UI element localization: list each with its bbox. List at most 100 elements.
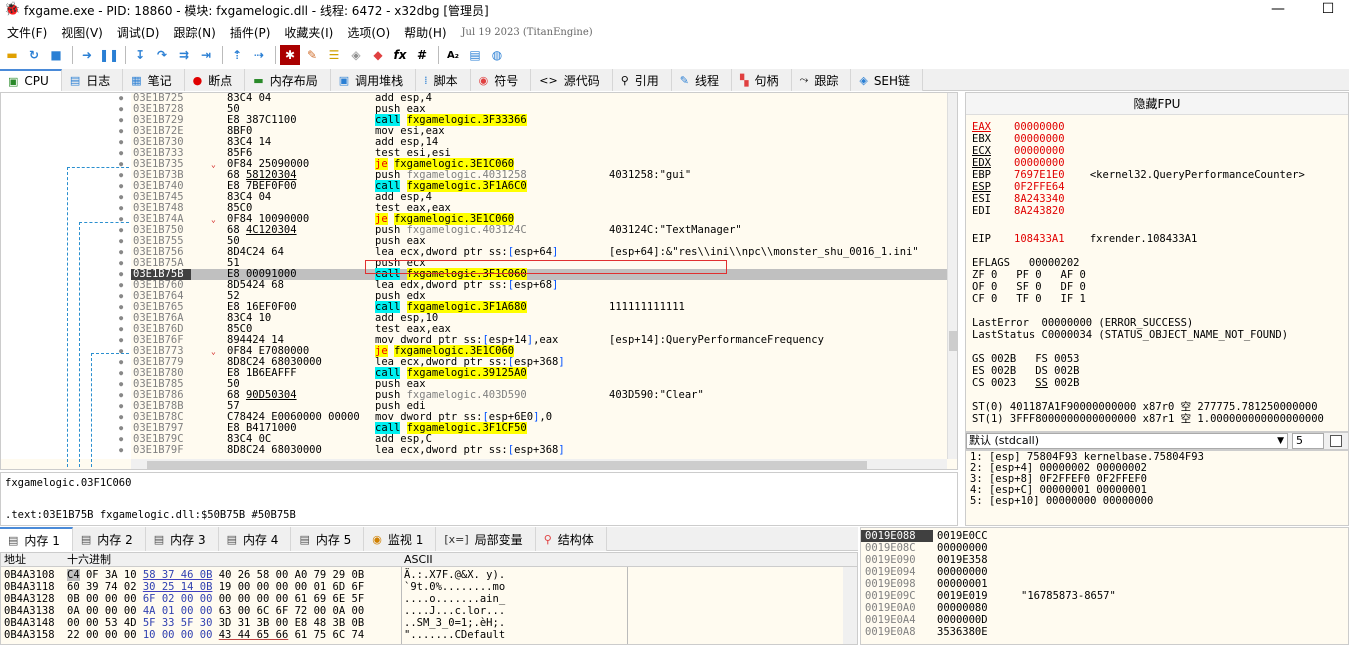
segment-row[interactable]: GS 002B FS 0053 (972, 353, 1079, 365)
stack-address[interactable]: 0019E0A8 (861, 626, 933, 638)
lock-checkbox[interactable] (1330, 435, 1342, 447)
stack-address[interactable]: 0019E08C (861, 542, 933, 554)
tab-script[interactable]: ⁞ 脚本 (416, 69, 471, 91)
list-icon[interactable]: ▤ (465, 45, 485, 65)
register-row[interactable]: ECX 00000000 (972, 145, 1065, 157)
menu-debug[interactable]: 调试(D) (110, 24, 167, 41)
tab-source[interactable]: <> 源代码 (531, 69, 613, 91)
breakpoint-dot[interactable]: ● (119, 269, 123, 280)
arg-count-spinner[interactable]: 5 (1292, 433, 1324, 449)
hide-fpu-button[interactable]: 隐藏FPU (966, 93, 1348, 115)
breakpoint-dot[interactable]: ● (119, 434, 123, 445)
minimize-button[interactable]: — (1255, 0, 1301, 20)
stack-address[interactable]: 0019E094 (861, 566, 933, 578)
pause-icon[interactable]: ❚❚ (99, 45, 119, 65)
maximize-button[interactable]: ☐ (1305, 0, 1349, 20)
open-icon[interactable]: ▬ (2, 45, 22, 65)
call-convention-select[interactable]: 默认 (stdcall) ▼ (966, 433, 1288, 449)
breakpoint-dot[interactable]: ● (119, 291, 123, 302)
tab-struct-8[interactable]: ⚲ 结构体 (535, 527, 607, 551)
step-over-icon[interactable]: ↷ (152, 45, 172, 65)
tab-memory-map[interactable]: ▬ 内存布局 (245, 69, 331, 91)
tab-seh[interactable]: ◈ SEH链 (851, 69, 924, 91)
dump-hex[interactable]: 60 39 74 02 30 25 14 0B 19 00 00 00 00 0… (67, 581, 364, 593)
menu-trace[interactable]: 跟踪(N) (166, 24, 222, 41)
dump-ascii[interactable]: ..SM_3_0=1;.èH;. (404, 617, 505, 629)
breakpoint-dot[interactable]: ● (119, 445, 123, 456)
breakpoint-dot[interactable]: ● (119, 170, 123, 181)
stack-value[interactable]: 0000000D (937, 614, 988, 626)
breakpoint-dot[interactable]: ● (119, 390, 123, 401)
stack-value[interactable]: 00000000 (937, 542, 988, 554)
breakpoint-dot[interactable]: ● (119, 401, 123, 412)
breakpoint-dot[interactable]: ● (119, 126, 123, 137)
tab-log[interactable]: ▤ 日志 (61, 69, 124, 91)
stack-address[interactable]: 0019E088 (861, 530, 933, 542)
tab-memory-2[interactable]: ▤ 内存 2 (72, 527, 146, 551)
breakpoint-dot[interactable]: ● (119, 93, 123, 104)
tab-memory-4[interactable]: ▤ 内存 4 (218, 527, 292, 551)
register-row[interactable]: EDI 8A243820 (972, 205, 1065, 217)
register-row[interactable]: EIP 108433A1 fxrender.108433A1 (972, 233, 1197, 245)
dump-ascii[interactable]: ....o.......ain_ (404, 593, 505, 605)
stack-value[interactable]: 0019E358 (937, 554, 988, 566)
segment-row[interactable]: CS 0023 SS 002B (972, 377, 1079, 389)
flags-row[interactable]: OF 0 SF 0 DF 0 (972, 281, 1086, 293)
tab-trace[interactable]: ⤳ 跟踪 (791, 69, 852, 91)
dump-ascii[interactable]: ".......CDefault (404, 629, 505, 641)
menu-favourites[interactable]: 收藏夹(I) (277, 24, 340, 41)
dump-ascii[interactable]: `9t.0%........mo (404, 581, 505, 593)
tab-callstack[interactable]: ▣ 调用堆栈 (330, 69, 417, 91)
tab-memory-5[interactable]: ▤ 内存 5 (291, 527, 365, 551)
breakpoint-dot[interactable]: ● (119, 247, 123, 258)
menu-file[interactable]: 文件(F) (0, 24, 54, 41)
breakpoint-dot[interactable]: ● (119, 115, 123, 126)
globe-icon[interactable]: ◍ (487, 45, 507, 65)
flags-row[interactable]: EFLAGS 00000202 (972, 257, 1079, 269)
tab-cpu[interactable]: ▣ CPU (0, 69, 62, 91)
breakpoint-dot[interactable]: ● (119, 181, 123, 192)
stack-value[interactable]: 3536380E (937, 626, 988, 638)
tab-memory-1[interactable]: ▤ 内存 1 (0, 527, 73, 551)
dump-hex[interactable]: C4 0F 3A 10 58 37 46 0B 40 26 58 00 A0 7… (67, 569, 364, 581)
stop-icon[interactable]: ■ (46, 45, 66, 65)
breakpoint-dot[interactable]: ● (119, 236, 123, 247)
dump-hex[interactable]: 22 00 00 00 10 00 00 00 43 44 65 66 61 7… (67, 629, 364, 641)
breakpoint-dot[interactable]: ● (119, 192, 123, 203)
tab-breakpoints[interactable]: ● 断点 (184, 69, 246, 91)
patch-icon[interactable]: ✎ (302, 45, 322, 65)
disasm-hscroll[interactable] (131, 459, 947, 469)
breakpoint-dot[interactable]: ● (119, 313, 123, 324)
breakpoint-dot[interactable]: ● (119, 137, 123, 148)
arguments-pane[interactable]: 1: [esp] 75804F93 kernelbase.75804F93 2:… (965, 450, 1349, 526)
segment-row[interactable]: ES 002B DS 002B (972, 365, 1079, 377)
tab-handles[interactable]: ▚ 句柄 (732, 69, 792, 91)
hash-icon[interactable]: # (412, 45, 432, 65)
run-to-user-code-icon[interactable]: ⇢ (249, 45, 269, 65)
trace-over-icon[interactable]: ⇥ (196, 45, 216, 65)
breakpoint-dot[interactable]: ● (119, 368, 123, 379)
register-row[interactable]: EDX 00000000 (972, 157, 1065, 169)
breakpoint-dot[interactable]: ● (119, 379, 123, 390)
disasm-row[interactable]: ● 03E1B79F 8D8C24 68030000 lea ecx,dword pt… (1, 445, 947, 456)
register-row[interactable]: EBX 00000000 (972, 133, 1065, 145)
stack-view[interactable]: 0019E088 0019E0CC 0019E08C 00000000 0019E090… (860, 527, 1349, 645)
font-icon[interactable]: A₂ (443, 45, 463, 65)
breakpoint-dot[interactable]: ● (119, 346, 123, 357)
function-icon[interactable]: fx (390, 45, 410, 65)
stack-address[interactable]: 0019E090 (861, 554, 933, 566)
scylla-icon[interactable]: ✱ (280, 45, 300, 65)
stack-value[interactable]: 0019E019 (937, 590, 988, 602)
register-row[interactable]: ESP 0F2FFE64 (972, 181, 1065, 193)
stack-address[interactable]: 0019E0A4 (861, 614, 933, 626)
label-icon[interactable]: ◈ (346, 45, 366, 65)
run-icon[interactable]: ➜ (77, 45, 97, 65)
stack-address[interactable]: 0019E09C (861, 590, 933, 602)
breakpoint-dot[interactable]: ● (119, 357, 123, 368)
tab-locals-7[interactable]: [x=] 局部变量 (436, 527, 536, 551)
breakpoint-dot[interactable]: ● (119, 214, 123, 225)
register-row[interactable]: EAX 00000000 (972, 121, 1065, 133)
menu-help[interactable]: 帮助(H) (397, 24, 453, 41)
restart-icon[interactable]: ↻ (24, 45, 44, 65)
registers-pane[interactable]: 隐藏FPU EAX 00000000 EBX 00000000 ECX 00000000 E… (965, 92, 1349, 432)
